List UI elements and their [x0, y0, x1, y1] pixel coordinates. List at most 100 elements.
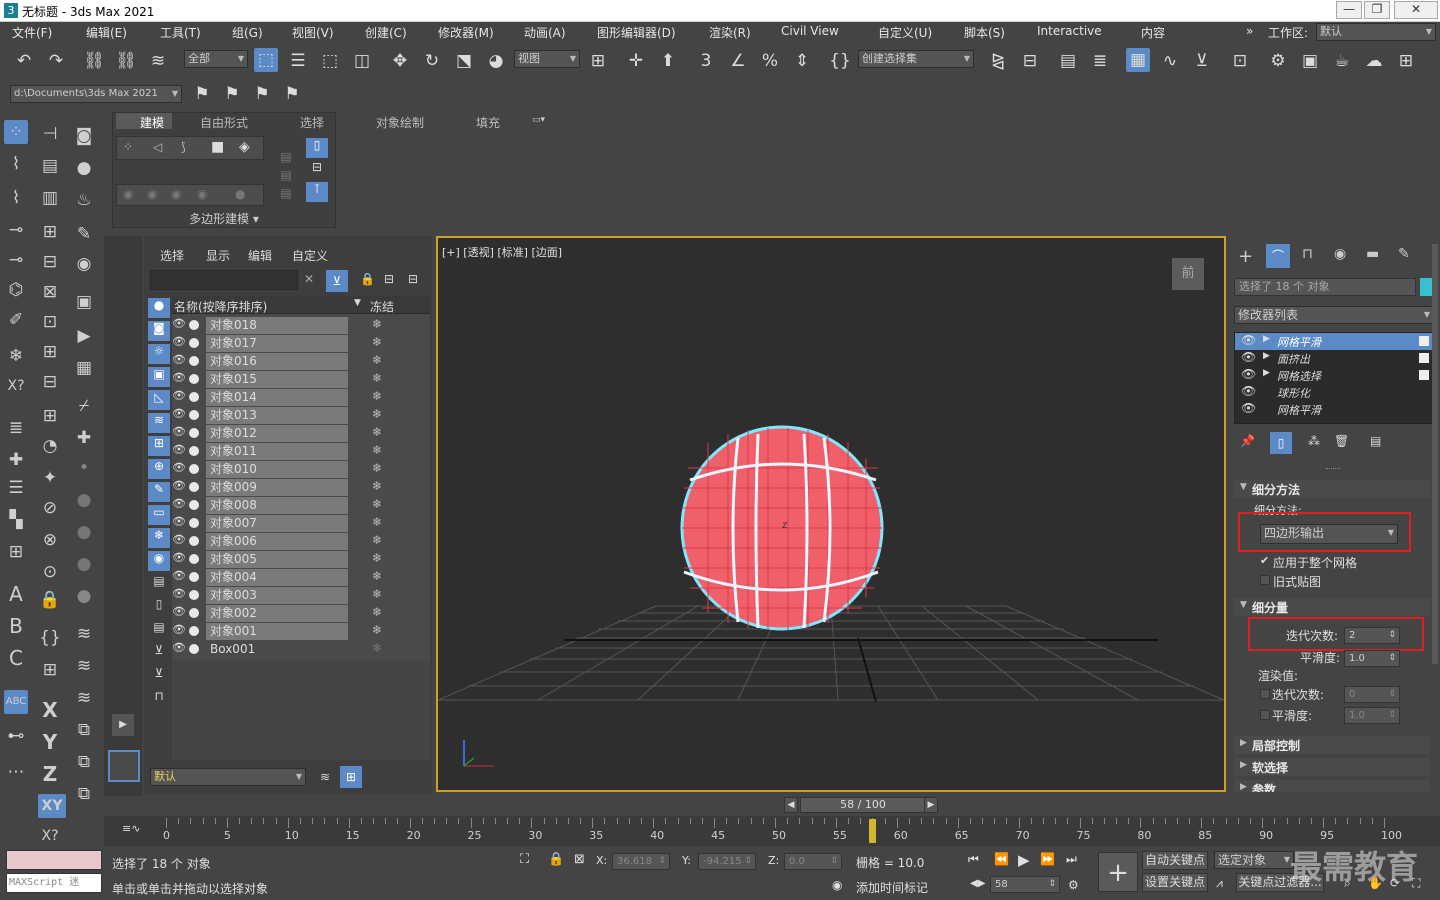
- menu-file[interactable]: 文件(F): [12, 24, 52, 41]
- table-row[interactable]: 👁 对象004 ❄: [132, 568, 414, 586]
- render-dot-icon[interactable]: [189, 554, 199, 564]
- filter-icon[interactable]: ⊻: [326, 270, 348, 292]
- ruler-icon[interactable]: ⊷: [4, 724, 28, 748]
- object-name[interactable]: 对象007: [206, 515, 348, 532]
- modifier-toggle[interactable]: [1419, 370, 1429, 380]
- keyboard-shortcut-icon[interactable]: ⬆: [656, 49, 680, 73]
- object-name[interactable]: 对象008: [206, 497, 348, 514]
- command-panel-scrollbar[interactable]: [1432, 244, 1438, 664]
- object-name[interactable]: 对象006: [206, 533, 348, 550]
- sphere-create-icon[interactable]: ●: [72, 156, 96, 180]
- pipette-icon[interactable]: ⌿: [72, 394, 96, 418]
- box-stack-icon[interactable]: ⧉: [72, 718, 96, 742]
- menu-edit[interactable]: 编辑(E): [86, 24, 127, 41]
- table-row[interactable]: 👁 对象006 ❄: [132, 532, 414, 550]
- render-dot-icon[interactable]: [189, 536, 199, 546]
- render-dot-icon[interactable]: [189, 410, 199, 420]
- mirror-icon[interactable]: ⧎: [986, 49, 1010, 73]
- list-item[interactable]: 👁 ▶ 网格选择: [1235, 367, 1435, 384]
- maxscript-input[interactable]: MAXScript 迷: [6, 873, 102, 893]
- select-region-icon[interactable]: ▚: [4, 508, 28, 532]
- table-row[interactable]: 👁 对象003 ❄: [132, 586, 414, 604]
- panel-icon-7[interactable]: ⊡: [38, 310, 62, 334]
- visibility-eye-icon[interactable]: 👁: [172, 353, 186, 366]
- y-coord-field[interactable]: -94.215: [698, 853, 756, 870]
- toggle-ribbon-icon[interactable]: ▦: [1126, 48, 1150, 72]
- braces-icon[interactable]: {}: [38, 626, 62, 650]
- rendered-frame-icon[interactable]: ▣: [1298, 49, 1322, 73]
- object-name[interactable]: 对象013: [206, 407, 348, 424]
- panel-icon-10[interactable]: ⊞: [38, 404, 62, 428]
- render-dot-icon[interactable]: [189, 572, 199, 582]
- render-dot-icon[interactable]: [189, 446, 199, 456]
- menu-views[interactable]: 视图(V): [292, 24, 334, 41]
- modify-tab-icon[interactable]: ⌒: [1266, 244, 1290, 268]
- table-row[interactable]: 👁 对象017 ❄: [132, 334, 414, 352]
- render-dot-icon[interactable]: [189, 626, 199, 636]
- menu-civil-view[interactable]: Civil View: [781, 24, 839, 38]
- undo-icon[interactable]: ↶: [12, 49, 36, 73]
- freeze-icon[interactable]: ❄: [372, 497, 382, 511]
- rotate-icon[interactable]: ↻: [420, 49, 444, 73]
- absolute-mode-icon[interactable]: ⊠: [574, 852, 585, 867]
- freeze-icon[interactable]: ❄: [372, 641, 382, 655]
- hierarchy-icon-2[interactable]: ⊟: [408, 272, 418, 286]
- teapot-icon[interactable]: ♨: [72, 188, 96, 212]
- panel-icon-3[interactable]: ▥: [38, 186, 62, 210]
- rollout-expand-icon[interactable]: ▶: [1240, 738, 1247, 748]
- table-row[interactable]: 👁 对象013 ❄: [132, 406, 414, 424]
- show-end-result-icon[interactable]: ▯: [1270, 432, 1292, 454]
- freeze-icon[interactable]: ❄: [372, 587, 382, 601]
- expand-triangle-icon[interactable]: ▶: [1263, 334, 1270, 344]
- time-tag-icon[interactable]: ◉: [832, 878, 842, 892]
- object-name[interactable]: 对象015: [206, 371, 348, 388]
- render-frame-icon[interactable]: ▣: [72, 290, 96, 314]
- ribbon-tool-icon-2[interactable]: ⊟: [306, 160, 328, 180]
- list-item[interactable]: 👁 网格平滑: [1235, 401, 1435, 418]
- utilities-tab-icon[interactable]: ✎: [1398, 246, 1410, 262]
- isolate-selection-icon[interactable]: ⛶: [520, 852, 529, 867]
- current-frame-field[interactable]: 58: [990, 876, 1060, 893]
- select-by-name-icon[interactable]: ☰: [286, 49, 310, 73]
- panel-icon-12[interactable]: ✦: [38, 466, 62, 490]
- explorer-tab-select[interactable]: 选择: [160, 247, 184, 264]
- paint-select-icon[interactable]: ⌇: [4, 186, 28, 210]
- visibility-eye-icon[interactable]: 👁: [172, 587, 186, 600]
- object-name[interactable]: 对象004: [206, 569, 348, 586]
- sort-desc-icon[interactable]: ▼: [354, 298, 361, 308]
- list-item[interactable]: 👁 球形化: [1235, 384, 1435, 401]
- hierarchy-tab-icon[interactable]: ⊓: [1302, 246, 1313, 262]
- visibility-eye-icon[interactable]: 👁: [172, 407, 186, 420]
- object-name[interactable]: 对象017: [206, 335, 348, 352]
- render-smoothness-checkbox[interactable]: [1260, 710, 1270, 720]
- material-editor-icon[interactable]: ⊡: [1228, 49, 1252, 73]
- add-time-tag[interactable]: 添加时间标记: [856, 879, 928, 896]
- edit-named-sets-icon[interactable]: {}: [828, 49, 852, 73]
- funnel-icon-2[interactable]: ⊻: [148, 666, 170, 686]
- menu-scripting[interactable]: 脚本(S): [964, 24, 1005, 41]
- reference-coord-dropdown[interactable]: 视图: [514, 50, 580, 68]
- rollout-expand-icon[interactable]: ▶: [1240, 782, 1247, 792]
- close-button[interactable]: ✕: [1394, 1, 1438, 19]
- object-name[interactable]: 对象012: [206, 425, 348, 442]
- stack-layers-icon[interactable]: ≋: [72, 622, 96, 646]
- unlink-icon[interactable]: ⛓: [114, 49, 138, 73]
- render-dot-icon[interactable]: [189, 356, 199, 366]
- table-row[interactable]: 👁 对象016 ❄: [132, 352, 414, 370]
- rollout-collapse-icon[interactable]: ▼: [1240, 600, 1247, 610]
- orbit-icon[interactable]: ⟳: [1390, 876, 1400, 890]
- ribbon-tab-selection[interactable]: 选择: [300, 114, 324, 131]
- stack-layers-icon-2[interactable]: ≋: [72, 654, 96, 678]
- pin-stack-icon[interactable]: 📌: [1240, 434, 1255, 448]
- schematic-view-icon[interactable]: ⊻: [1190, 49, 1214, 73]
- snap-icon-2[interactable]: ⚑: [220, 82, 244, 106]
- place-icon[interactable]: ◕: [484, 49, 508, 73]
- rollout-parameters[interactable]: ▶ 参数: [1234, 780, 1430, 792]
- freeze-icon[interactable]: ❄: [372, 515, 382, 529]
- modifier-list-dropdown[interactable]: 修改器列表: [1234, 306, 1434, 324]
- snap-icon-1[interactable]: ⚑: [190, 82, 214, 106]
- key-filter-icon[interactable]: ⩘: [1216, 876, 1223, 891]
- expand-arrow-icon[interactable]: ▶: [112, 714, 134, 736]
- table-row[interactable]: 👁 对象007 ❄: [132, 514, 414, 532]
- list-item[interactable]: 👁 ▶ 面挤出: [1235, 350, 1435, 367]
